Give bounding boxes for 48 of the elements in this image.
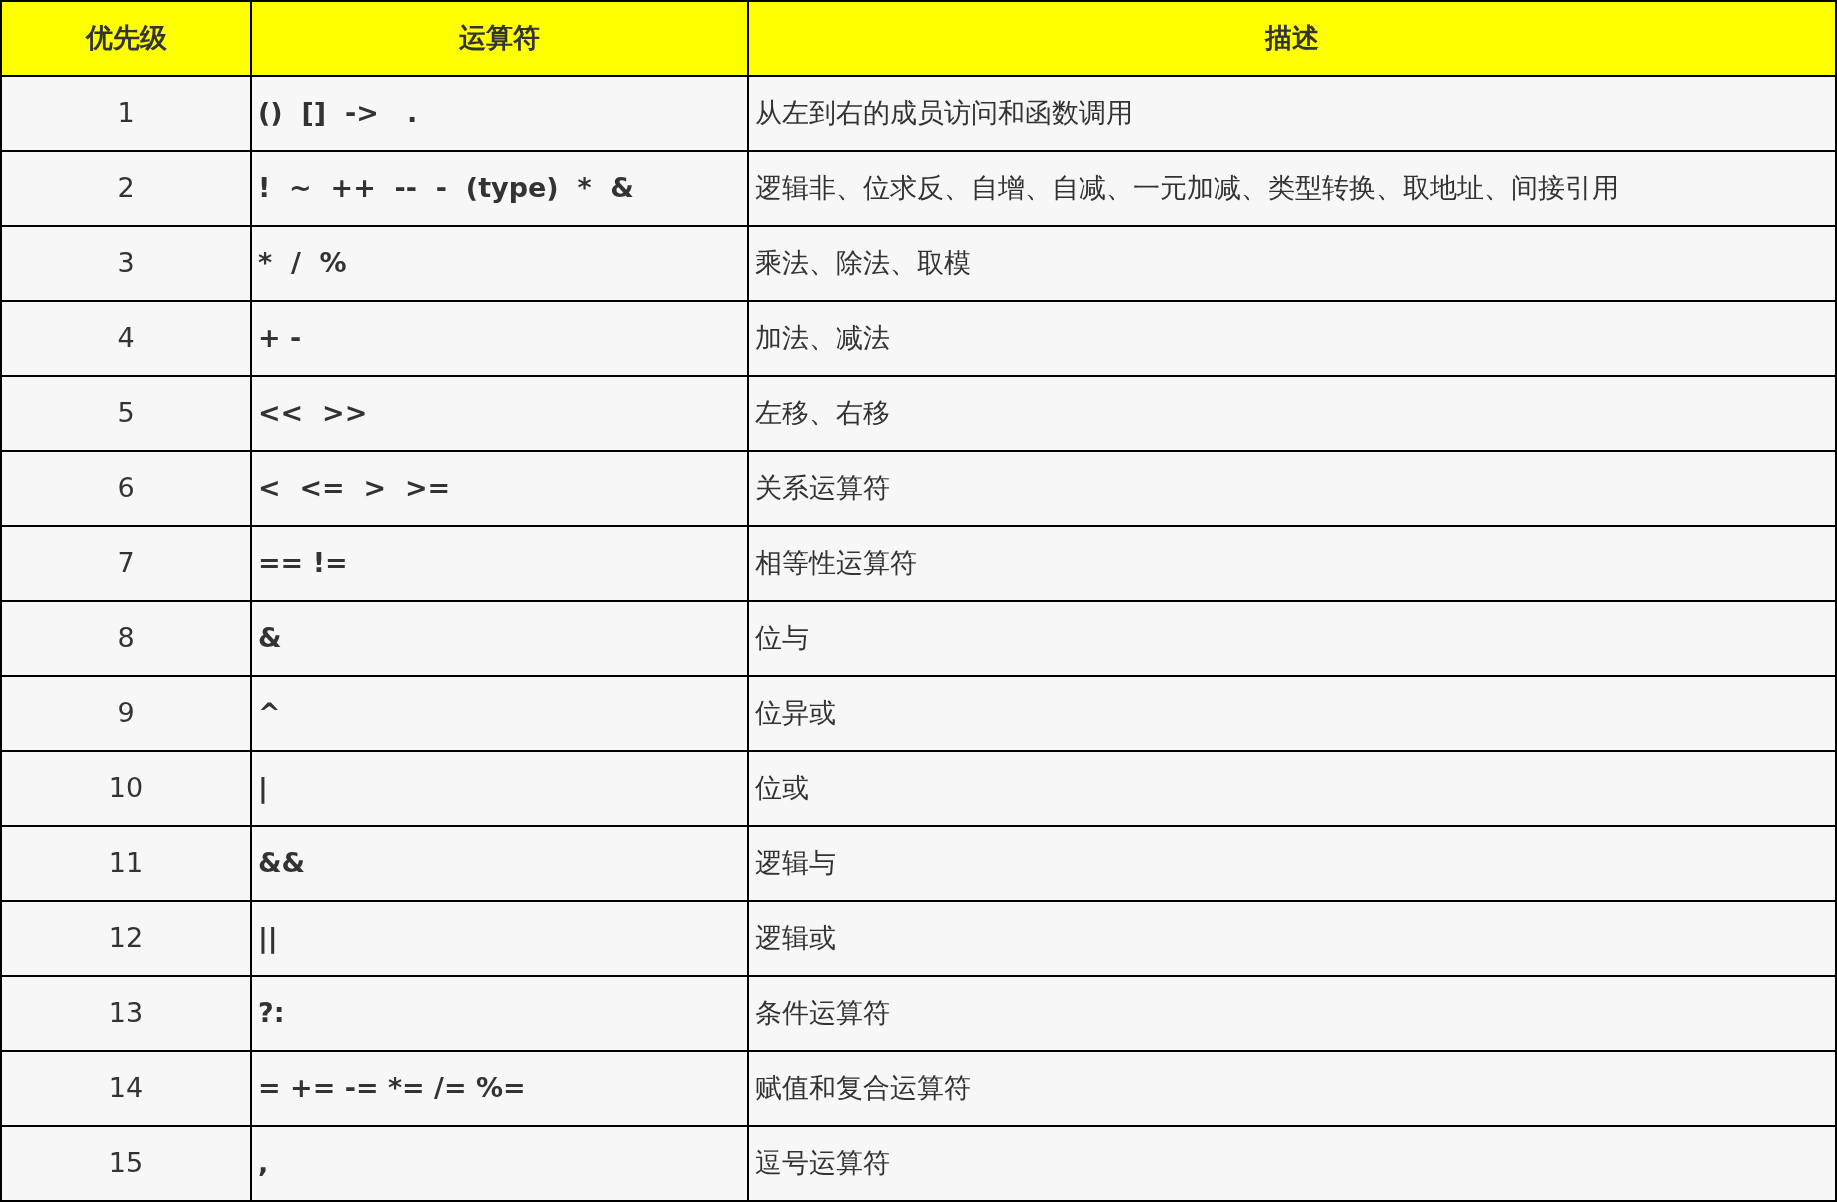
description-cell: 位与 bbox=[748, 601, 1836, 676]
priority-cell: 8 bbox=[1, 601, 251, 676]
operator-cell: < <= > >= bbox=[251, 451, 748, 526]
description-cell: 赋值和复合运算符 bbox=[748, 1051, 1836, 1126]
operator-cell: () [] -> . bbox=[251, 76, 748, 151]
operator-cell: ! ~ ++ -- - (type) * & bbox=[251, 151, 748, 226]
description-cell: 逻辑或 bbox=[748, 901, 1836, 976]
priority-cell: 13 bbox=[1, 976, 251, 1051]
description-cell: 逗号运算符 bbox=[748, 1126, 1836, 1201]
description-cell: 逻辑非、位求反、自增、自减、一元加减、类型转换、取地址、间接引用 bbox=[748, 151, 1836, 226]
description-cell: 从左到右的成员访问和函数调用 bbox=[748, 76, 1836, 151]
description-cell: 逻辑与 bbox=[748, 826, 1836, 901]
operator-cell: + - bbox=[251, 301, 748, 376]
operator-cell: || bbox=[251, 901, 748, 976]
priority-cell: 3 bbox=[1, 226, 251, 301]
description-cell: 相等性运算符 bbox=[748, 526, 1836, 601]
column-header: 描述 bbox=[748, 1, 1836, 76]
column-header: 优先级 bbox=[1, 1, 251, 76]
description-cell: 左移、右移 bbox=[748, 376, 1836, 451]
priority-cell: 2 bbox=[1, 151, 251, 226]
description-cell: 位异或 bbox=[748, 676, 1836, 751]
priority-cell: 6 bbox=[1, 451, 251, 526]
priority-cell: 9 bbox=[1, 676, 251, 751]
priority-cell: 4 bbox=[1, 301, 251, 376]
operator-cell: | bbox=[251, 751, 748, 826]
operator-cell: & bbox=[251, 601, 748, 676]
operator-cell: * / % bbox=[251, 226, 748, 301]
description-cell: 乘法、除法、取模 bbox=[748, 226, 1836, 301]
priority-cell: 1 bbox=[1, 76, 251, 151]
operator-cell: == != bbox=[251, 526, 748, 601]
priority-cell: 14 bbox=[1, 1051, 251, 1126]
priority-cell: 15 bbox=[1, 1126, 251, 1201]
priority-cell: 7 bbox=[1, 526, 251, 601]
description-cell: 条件运算符 bbox=[748, 976, 1836, 1051]
priority-cell: 11 bbox=[1, 826, 251, 901]
priority-cell: 10 bbox=[1, 751, 251, 826]
operator-cell: && bbox=[251, 826, 748, 901]
operator-cell: << >> bbox=[251, 376, 748, 451]
operator-cell: , bbox=[251, 1126, 748, 1201]
operator-cell: ^ bbox=[251, 676, 748, 751]
operator-cell: = += -= *= /= %= bbox=[251, 1051, 748, 1126]
description-cell: 位或 bbox=[748, 751, 1836, 826]
operator-cell: ?: bbox=[251, 976, 748, 1051]
priority-cell: 12 bbox=[1, 901, 251, 976]
description-cell: 加法、减法 bbox=[748, 301, 1836, 376]
description-cell: 关系运算符 bbox=[748, 451, 1836, 526]
priority-cell: 5 bbox=[1, 376, 251, 451]
column-header: 运算符 bbox=[251, 1, 748, 76]
